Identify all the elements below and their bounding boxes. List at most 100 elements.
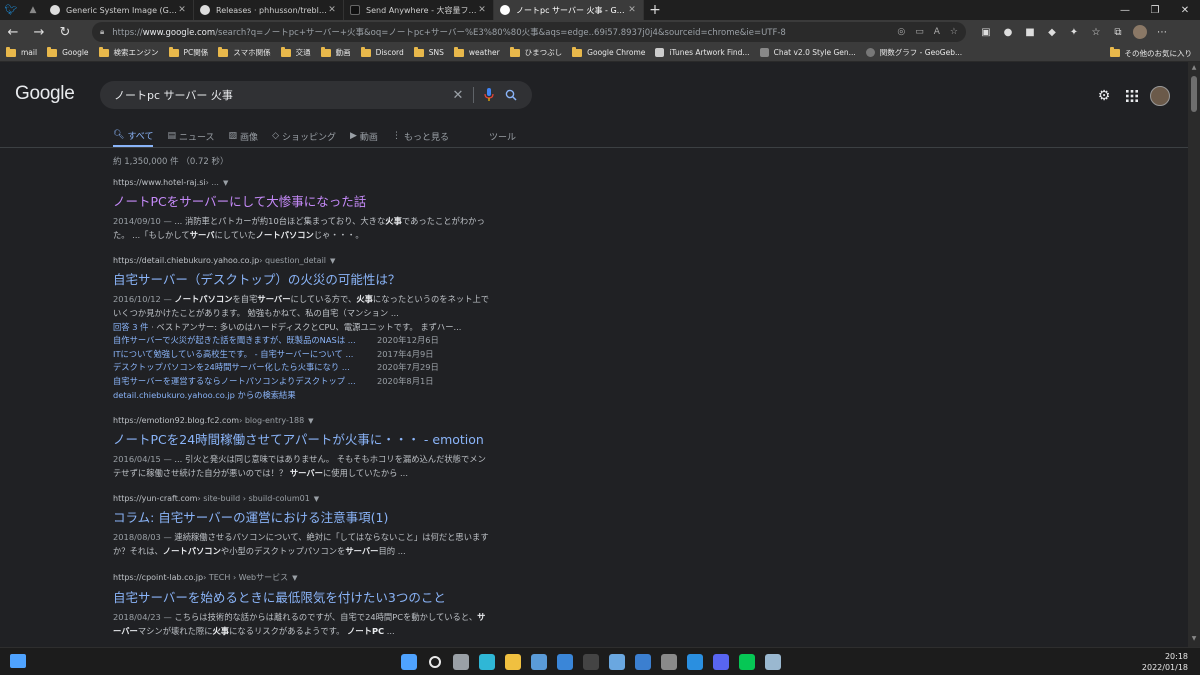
close-tab-icon[interactable]: ✕	[177, 5, 187, 15]
bookmark-folder[interactable]: mail	[6, 46, 37, 57]
answers-link[interactable]: 回答 3 件	[113, 322, 148, 332]
taskbar-app[interactable]	[552, 648, 578, 675]
taskbar-app[interactable]	[708, 648, 734, 675]
bookmark-folder[interactable]: 検索エンジン	[98, 46, 159, 58]
result-title-link[interactable]: 自宅サーバーを始めるときに最低限気を付けたい3つのこと	[113, 587, 493, 606]
reload-button[interactable]: ↻	[52, 20, 78, 44]
favorite-star-icon[interactable]: ☆	[950, 27, 958, 37]
close-tab-icon[interactable]: ✕	[327, 5, 337, 15]
bookmark-folder[interactable]: SNS	[413, 46, 444, 57]
result-title-link[interactable]: コラム: 自宅サーバーの運営における注意事項(1)	[113, 507, 493, 526]
close-tab-icon[interactable]: ✕	[477, 5, 487, 15]
reading-view-icon[interactable]: ▭	[915, 27, 924, 37]
widgets-icon[interactable]	[10, 654, 26, 668]
chevron-down-icon[interactable]: ▼	[223, 179, 228, 187]
bookmark-folder[interactable]: weather	[453, 46, 500, 57]
taskbar-app[interactable]	[630, 648, 656, 675]
taskbar-app[interactable]	[656, 648, 682, 675]
tab-shopping[interactable]: ◇ ショッピング	[272, 125, 336, 147]
settings-gear-icon[interactable]: ⚙	[1090, 84, 1118, 108]
page-scrollbar[interactable]: ▲ ▼	[1188, 62, 1200, 647]
close-window-button[interactable]: ✕	[1170, 0, 1200, 20]
minimize-button[interactable]: —	[1110, 0, 1140, 20]
chevron-down-icon[interactable]: ▼	[292, 574, 297, 582]
result-title-link[interactable]: ノートPCをサーバーにして大惨事になった話	[113, 191, 493, 210]
account-button[interactable]	[1146, 84, 1174, 108]
bookmark-folder[interactable]: Google	[47, 46, 89, 57]
bookmark-folder[interactable]: 交通	[280, 46, 311, 58]
browser-tab[interactable]: Releases · phhusson/treble_exp ✕	[194, 0, 344, 20]
chevron-down-icon[interactable]: ▼	[330, 257, 335, 265]
voice-search-icon[interactable]	[478, 84, 500, 106]
sub-result-link[interactable]: デスクトップパソコンを24時間サーバー化したら火事になり ...	[113, 361, 377, 375]
result-url[interactable]: https://www.hotel-raj.si › ... ▼	[113, 178, 493, 187]
bookmark-folder[interactable]: PC関係	[168, 46, 208, 58]
taskbar-app[interactable]	[526, 648, 552, 675]
taskbar-app[interactable]	[578, 648, 604, 675]
extension-icon[interactable]: ●	[997, 20, 1019, 44]
bookmark-folder[interactable]: Google Chrome	[572, 46, 645, 57]
more-results-link[interactable]: detail.chiebukuro.yahoo.co.jp からの検索結果	[113, 388, 493, 402]
google-logo[interactable]: Google	[15, 83, 75, 105]
other-bookmarks[interactable]: その他のお気に入り	[1109, 44, 1192, 62]
taskbar-app[interactable]	[396, 648, 422, 675]
tab-news[interactable]: ▤ ニュース	[167, 125, 214, 147]
result-title-link[interactable]: ノートPCを24時間稼働させてアパートが火事に・・・ - emotion	[113, 429, 493, 448]
bookmark-site[interactable]: 関数グラフ - GeoGeb...	[865, 47, 962, 58]
taskbar-app[interactable]	[448, 648, 474, 675]
taskbar-app[interactable]	[604, 648, 630, 675]
result-url[interactable]: https://yun-craft.com › site-build › sbu…	[113, 494, 493, 503]
location-icon[interactable]: ◎	[897, 27, 905, 37]
chevron-down-icon[interactable]: ▼	[308, 417, 313, 425]
result-url[interactable]: https://detail.chiebukuro.yahoo.co.jp › …	[113, 256, 493, 265]
sub-result-link[interactable]: 自作サーバーで火災が起きた話を聞きますが、既製品のNASは ...	[113, 334, 377, 348]
result-title-link[interactable]: 自宅サーバー（デスクトップ）の火災の可能性は？	[113, 269, 493, 288]
extensions-puzzle-icon[interactable]: ✦	[1063, 20, 1085, 44]
address-bar[interactable]: 🔒︎ https://www.google.com/search?q=ノートpc…	[92, 22, 966, 42]
pinned-tab-app[interactable]: ▲	[22, 0, 44, 20]
forward-button[interactable]: →	[26, 20, 52, 44]
bookmark-folder[interactable]: Discord	[360, 46, 404, 57]
scrollbar-thumb[interactable]	[1191, 76, 1197, 112]
chevron-down-icon[interactable]: ▼	[314, 495, 319, 503]
taskbar-app[interactable]	[474, 648, 500, 675]
read-aloud-icon[interactable]: A	[934, 27, 940, 37]
tab-images[interactable]: ▨ 画像	[229, 125, 259, 147]
browser-tab-active[interactable]: ノートpc サーバー 火事 - Google 検索 ✕	[494, 0, 644, 20]
result-url[interactable]: https://emotion92.blog.fc2.com › blog-en…	[113, 416, 493, 425]
new-tab-button[interactable]: +	[644, 0, 666, 20]
scroll-up-icon[interactable]: ▲	[1188, 64, 1200, 74]
extension-icon[interactable]: ■	[1019, 20, 1041, 44]
bookmark-site[interactable]: iTunes Artwork Find...	[655, 48, 750, 57]
taskbar-app[interactable]	[734, 648, 760, 675]
browser-tab[interactable]: Generic System Image (GSI) list ✕	[44, 0, 194, 20]
bookmark-folder[interactable]: ひまつぶし	[509, 46, 562, 58]
taskbar-app[interactable]	[760, 648, 786, 675]
taskbar-app[interactable]	[682, 648, 708, 675]
back-button[interactable]: ←	[0, 20, 26, 44]
taskbar-app[interactable]	[500, 648, 526, 675]
favorites-icon[interactable]: ☆	[1085, 20, 1107, 44]
tab-all[interactable]: 🔍︎ すべて	[113, 125, 154, 147]
apps-grid-icon[interactable]	[1118, 84, 1146, 108]
search-input[interactable]	[114, 88, 447, 102]
collections-icon[interactable]: ⧉	[1107, 20, 1129, 44]
more-menu-icon[interactable]: ⋯	[1151, 20, 1173, 44]
extension-icon[interactable]: ▣	[975, 20, 997, 44]
sub-result-link[interactable]: 自宅サーバーを運営するならノートパソコンよりデスクトップ ...	[113, 375, 377, 389]
maximize-button[interactable]: ❐	[1140, 0, 1170, 20]
bookmark-folder[interactable]: スマホ関係	[218, 46, 271, 58]
browser-tab[interactable]: Send Anywhere - 大容量ファイル転送 ✕	[344, 0, 494, 20]
clear-icon[interactable]: ✕	[447, 84, 469, 106]
bookmark-site[interactable]: Chat v2.0 Style Gen...	[759, 48, 856, 57]
tools-button[interactable]: ツール	[489, 125, 516, 147]
result-url[interactable]: https://cpoint-lab.co.jp › TECH › Webサービ…	[113, 572, 493, 583]
tab-more[interactable]: ⋮ もっと見る	[392, 125, 449, 147]
taskbar-app[interactable]	[422, 648, 448, 675]
bookmark-folder[interactable]: 動画	[320, 46, 351, 58]
profile-button[interactable]	[1129, 20, 1151, 44]
close-tab-icon[interactable]: ✕	[627, 5, 637, 15]
address-url[interactable]: https://www.google.com/search?q=ノートpc+サー…	[112, 26, 887, 38]
pinned-tab-twitter[interactable]: 🐦︎	[0, 0, 22, 20]
scroll-down-icon[interactable]: ▼	[1188, 635, 1200, 645]
